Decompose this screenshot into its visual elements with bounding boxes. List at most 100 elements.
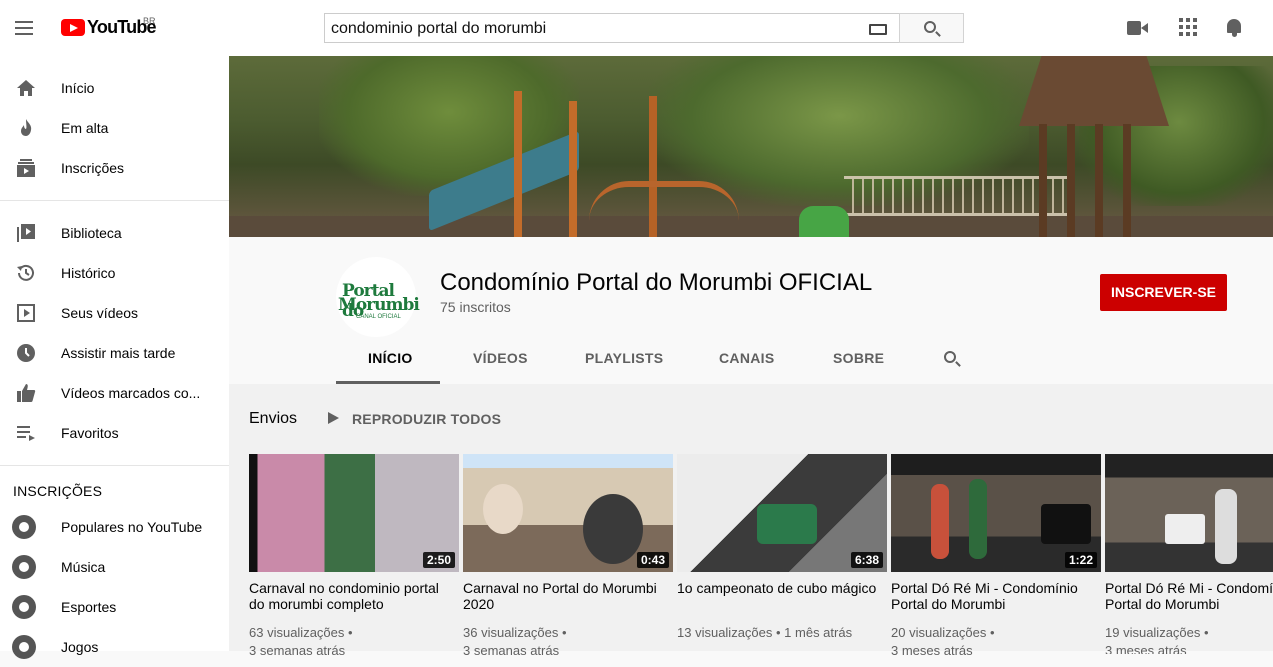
video-thumbnail[interactable]: 1:22 — [891, 454, 1101, 572]
top-bar: YouTube BR condominio portal do morumbi — [0, 0, 1273, 56]
sports-channel-avatar — [12, 595, 36, 619]
hamburger-menu-icon[interactable] — [12, 16, 36, 40]
sidebar-item-music[interactable]: Música — [0, 547, 229, 587]
sidebar-item-your-videos[interactable]: Seus vídeos — [0, 293, 229, 333]
search-icon — [924, 21, 936, 33]
avatar-logo-line3: CANAL OFICIAL — [356, 314, 401, 320]
sidebar-item-label: Em alta — [61, 120, 109, 136]
home-icon — [17, 80, 35, 96]
watch-later-icon — [17, 344, 35, 362]
keyboard-icon[interactable] — [869, 24, 887, 35]
sidebar-item-popular[interactable]: Populares no YouTube — [0, 507, 229, 547]
sidebar-item-library[interactable]: Biblioteca — [0, 213, 229, 253]
sidebar-item-label: Jogos — [61, 639, 99, 655]
video-thumbnail[interactable] — [1105, 454, 1273, 572]
youtube-logo[interactable]: YouTube BR — [61, 16, 157, 38]
sidebar-item-watch-later[interactable]: Assistir mais tarde — [0, 333, 229, 373]
sidebar-item-label: Esportes — [61, 599, 117, 615]
sidebar-item-home[interactable]: Início — [0, 68, 229, 108]
tab-about[interactable]: SOBRE — [833, 350, 884, 366]
sidebar-item-favorites[interactable]: Favoritos — [0, 413, 229, 453]
search-query: condominio portal do morumbi — [331, 20, 547, 37]
sidebar-item-label: Favoritos — [61, 425, 119, 441]
library-icon — [17, 224, 35, 242]
view-count: 63 visualizações — [249, 625, 345, 640]
sidebar-item-label: Populares no YouTube — [61, 519, 203, 535]
video-thumbnail[interactable]: 0:43 — [463, 454, 673, 572]
apps-grid-icon[interactable] — [1178, 17, 1200, 39]
youtube-play-icon — [61, 19, 85, 36]
video-thumbnail[interactable]: 2:50 — [249, 454, 459, 572]
thumbs-up-icon — [17, 384, 36, 402]
avatar-logo-line2: Morumbi — [338, 295, 420, 315]
play-all-label: REPRODUZIR TODOS — [352, 411, 502, 427]
sidebar-item-sports[interactable]: Esportes — [0, 587, 229, 627]
view-count: 36 visualizações — [463, 625, 559, 640]
uploads-section: Envios REPRODUZIR TODOS 2:50 Carnaval no… — [229, 384, 1273, 658]
search-input[interactable]: condominio portal do morumbi — [324, 13, 900, 43]
video-title[interactable]: 1o campeonato de cubo mágico — [677, 580, 885, 596]
sidebar-item-label: Seus vídeos — [61, 305, 139, 321]
sidebar-item-label: Início — [61, 80, 95, 96]
upload-age: 3 meses atrás — [1105, 643, 1187, 654]
video-metadata: 13 visualizações • 1 mês atrás — [677, 625, 853, 640]
tab-videos[interactable]: VÍDEOS — [473, 350, 528, 366]
channel-banner — [229, 56, 1273, 237]
notifications-bell-icon[interactable] — [1224, 17, 1246, 39]
create-video-icon[interactable] — [1127, 17, 1149, 39]
video-title[interactable]: Carnaval no condominio portal do morumbi… — [249, 580, 457, 612]
sidebar-divider — [0, 200, 229, 201]
sidebar-item-label: Histórico — [61, 265, 116, 281]
video-title[interactable]: Portal Dó Ré Mi - Condomínio Portal do M… — [891, 580, 1099, 612]
history-icon — [17, 264, 34, 281]
upload-age: 1 mês atrás — [784, 625, 853, 640]
tab-channels[interactable]: CANAIS — [719, 350, 774, 366]
play-icon — [328, 412, 339, 424]
video-duration: 6:38 — [850, 552, 883, 568]
sidebar-item-label: Assistir mais tarde — [61, 345, 176, 361]
video-metadata: 36 visualizações • 3 semanas atrás — [463, 625, 567, 658]
sidebar-item-gaming[interactable]: Jogos — [0, 627, 229, 667]
tab-playlists[interactable]: PLAYLISTS — [585, 350, 663, 366]
subscriber-count: 75 inscritos — [440, 299, 511, 315]
playlist-icon — [17, 426, 35, 441]
sidebar-divider — [0, 465, 229, 466]
tab-home[interactable]: INÍCIO — [368, 350, 413, 366]
channel-avatar[interactable]: Portal do Morumbi CANAL OFICIAL — [336, 257, 420, 337]
view-count: 20 visualizações — [891, 625, 987, 640]
video-metadata: 20 visualizações • 3 meses atrás — [891, 625, 995, 658]
sidebar-item-label: Biblioteca — [61, 225, 122, 241]
video-duration: 1:22 — [1064, 552, 1097, 568]
sidebar-item-subscriptions[interactable]: Inscrições — [0, 148, 229, 188]
music-channel-avatar — [12, 555, 36, 579]
channel-search-icon[interactable] — [944, 351, 956, 363]
video-title[interactable]: Portal Dó Ré Mi - Condomínio Portal do M… — [1105, 580, 1273, 612]
sidebar-item-label: Inscrições — [61, 160, 125, 176]
sidebar-item-label: Vídeos marcados co... — [61, 385, 201, 401]
subscribe-button[interactable]: INSCREVER-SE — [1100, 274, 1227, 311]
video-card[interactable]: Portal Dó Ré Mi - Condomínio Portal do M… — [1105, 454, 1273, 654]
video-title[interactable]: Carnaval no Portal do Morumbi 2020 — [463, 580, 671, 612]
video-thumbnail[interactable]: 6:38 — [677, 454, 887, 572]
video-duration: 0:43 — [636, 552, 669, 568]
channel-title: Condomínio Portal do Morumbi OFICIAL — [440, 269, 873, 296]
sidebar-item-history[interactable]: Histórico — [0, 253, 229, 293]
search-button[interactable] — [899, 13, 964, 43]
sidebar: Início Em alta Inscrições Biblioteca His… — [0, 56, 229, 659]
channel-header: Portal do Morumbi CANAL OFICIAL Condomín… — [229, 237, 1273, 384]
popular-channel-avatar — [12, 515, 36, 539]
view-count: 19 visualizações — [1105, 625, 1201, 640]
video-metadata: 19 visualizações • 3 meses atrás — [1105, 624, 1273, 654]
sidebar-item-liked-videos[interactable]: Vídeos marcados co... — [0, 373, 229, 413]
country-code: BR — [143, 16, 156, 26]
sidebar-item-trending[interactable]: Em alta — [0, 108, 229, 148]
your-videos-icon — [17, 304, 35, 322]
subscriptions-heading: INSCRIÇÕES — [13, 483, 103, 499]
view-count: 13 visualizações — [677, 625, 773, 640]
section-title[interactable]: Envios — [249, 410, 297, 428]
subscriptions-icon — [17, 159, 35, 177]
video-metadata: 63 visualizações • 3 semanas atrás — [249, 625, 353, 658]
gaming-channel-avatar — [12, 635, 36, 659]
flame-icon — [21, 119, 32, 136]
sidebar-item-label: Música — [61, 559, 106, 575]
